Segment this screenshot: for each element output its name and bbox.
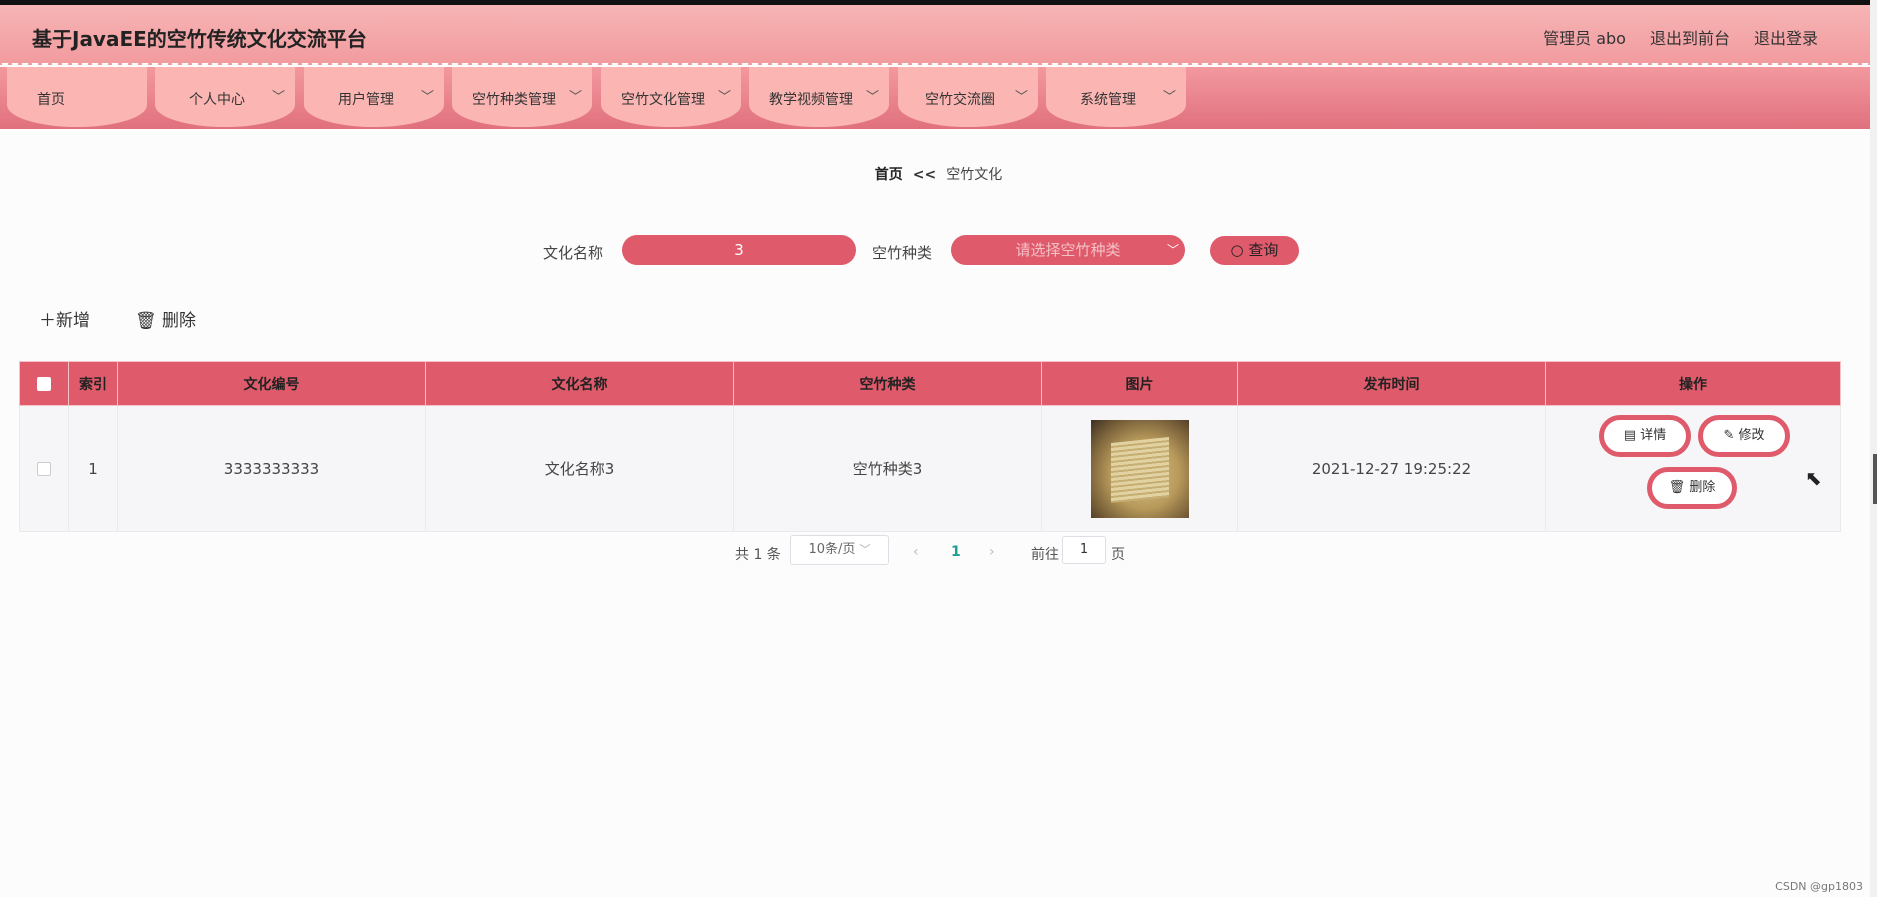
cell-index: 1 [68,405,118,532]
chevron-down-icon: ﹀ [859,543,871,556]
trash-icon: 🗑 [135,311,157,331]
app-header: 基于JavaEE的空竹传统文化交流平台 管理员 abo 退出到前台 退出登录 [0,5,1870,71]
col-header-name: 文化名称 [425,361,734,406]
detail-button[interactable]: ▤ 详情 [1599,415,1691,457]
col-header-type: 空竹种类 [733,361,1042,406]
culture-table: 索引 文化编号 文化名称 空竹种类 图片 发布时间 操作 1 333333333… [19,361,1841,532]
scrollbar-thumb[interactable] [1873,454,1877,504]
col-header-time: 发布时间 [1237,361,1546,406]
nav-item-personal-center[interactable]: 个人中心 ﹀ [155,67,295,127]
row-checkbox[interactable] [37,462,51,476]
chevron-down-icon: ﹀ [1014,90,1028,105]
nav-item-label: 首页 [37,92,65,108]
col-header-image: 图片 [1041,361,1238,406]
select-all-cell [19,361,69,406]
add-button-label: 新增 [56,311,90,331]
nav-item-system-management[interactable]: 系统管理 ﹀ [1046,67,1186,127]
row-select-cell [19,405,69,532]
page-size-value: 10条/页 [808,542,856,557]
header-links: 管理员 abo 退出到前台 退出登录 [1543,25,1818,49]
vertical-scrollbar[interactable] [1870,0,1877,897]
page-unit-label: 页 [1111,547,1125,563]
prev-page-icon[interactable]: ‹ [913,544,919,560]
row-actions: ▤ 详情 ✎ 修改 🗑 删除 [1546,406,1840,531]
nav-item-label: 个人中心 [189,92,245,108]
page-size-select[interactable]: 10条/页 ﹀ [790,535,889,565]
culture-name-input[interactable]: 3 [622,235,856,265]
nav-item-label: 空竹交流圈 [925,92,995,108]
pencil-icon: ✎ [1723,428,1735,443]
batch-delete-label: 删除 [162,311,196,331]
pager-total: 共 1 条 [735,547,781,563]
culture-name-label: 文化名称 [543,244,604,262]
edit-button-label: 修改 [1738,428,1765,443]
cell-code: 3333333333 [117,405,426,532]
row-delete-label: 删除 [1689,480,1716,495]
chevron-down-icon: ﹀ [717,90,731,105]
nav-item-label: 教学视频管理 [769,92,853,108]
edit-button[interactable]: ✎ 修改 [1698,415,1790,457]
chevron-down-icon: ﹀ [1162,90,1176,105]
detail-button-label: 详情 [1640,428,1667,443]
query-button[interactable]: ○ 查询 [1210,236,1299,265]
watermark: CSDN @gp1803 [1775,880,1863,893]
nav-item-label: 用户管理 [338,92,394,108]
chevron-down-icon: ﹀ [568,90,582,105]
nav-item-label: 系统管理 [1080,92,1136,108]
exit-to-front-link[interactable]: 退出到前台 [1650,25,1730,49]
chevron-down-icon: ﹀ [271,90,285,105]
cell-name: 文化名称3 [425,405,734,532]
admin-user-label[interactable]: 管理员 abo [1543,25,1626,49]
cell-image [1041,405,1238,532]
kongzhu-type-label: 空竹种类 [872,244,933,262]
nav-item-home[interactable]: 首页 [7,67,147,127]
cell-actions: ▤ 详情 ✎ 修改 🗑 删除 [1545,405,1841,532]
breadcrumb-current: 空竹文化 [946,167,1003,183]
nav-item-user-management[interactable]: 用户管理 ﹀ [304,67,444,127]
query-button-label: 查询 [1248,241,1279,259]
chevron-down-icon: ﹀ [420,90,434,105]
col-header-actions: 操作 [1545,361,1841,406]
nav-item-kongzhu-type-management[interactable]: 空竹种类管理 ﹀ [452,67,592,127]
goto-label: 前往 [1031,547,1059,563]
kongzhu-type-placeholder: 请选择空竹种类 [1015,241,1121,259]
mouse-pointer-icon: ⬉ [1805,466,1822,490]
breadcrumb: 首页 << 空竹文化 [0,164,1877,184]
kongzhu-type-select[interactable]: 请选择空竹种类 ﹀ [951,235,1185,265]
table-row: 1 3333333333 文化名称3 空竹种类3 2021-12-27 19:2… [19,405,1841,532]
next-page-icon[interactable]: › [989,544,995,560]
add-button[interactable]: ＋新增 [39,306,90,331]
logout-link[interactable]: 退出登录 [1754,25,1818,49]
cell-type: 空竹种类3 [733,405,1042,532]
chevron-down-icon: ﹀ [865,90,879,105]
document-icon: ▤ [1623,428,1637,443]
col-header-code: 文化编号 [117,361,426,406]
nav-item-label: 空竹种类管理 [472,92,556,108]
row-delete-button[interactable]: 🗑 删除 [1647,467,1737,509]
page-number-current[interactable]: 1 [951,544,961,560]
table-header-row: 索引 文化编号 文化名称 空竹种类 图片 发布时间 操作 [19,361,1841,406]
search-icon: ○ [1230,241,1244,259]
nav-item-teaching-video-management[interactable]: 教学视频管理 ﹀ [749,67,889,127]
site-title: 基于JavaEE的空竹传统文化交流平台 [32,27,367,51]
nav-item-label: 空竹文化管理 [621,92,705,108]
col-header-index: 索引 [68,361,118,406]
trash-icon: 🗑 [1668,480,1686,495]
breadcrumb-home[interactable]: 首页 [875,167,903,183]
batch-delete-button[interactable]: 🗑 删除 [135,306,196,331]
breadcrumb-separator: << [912,167,937,183]
goto-page-input[interactable]: 1 [1062,536,1106,564]
nav-item-kongzhu-community[interactable]: 空竹交流圈 ﹀ [898,67,1038,127]
culture-thumbnail[interactable] [1090,419,1189,518]
cell-time: 2021-12-27 19:25:22 [1237,405,1546,532]
plus-icon: ＋ [39,311,56,331]
chevron-down-icon: ﹀ [1166,243,1179,257]
nav-item-kongzhu-culture-management[interactable]: 空竹文化管理 ﹀ [601,67,741,127]
main-nav: 首页 个人中心 ﹀ 用户管理 ﹀ 空竹种类管理 ﹀ 空竹文化管理 ﹀ 教学视频管… [0,67,1870,129]
select-all-checkbox[interactable] [37,376,51,391]
